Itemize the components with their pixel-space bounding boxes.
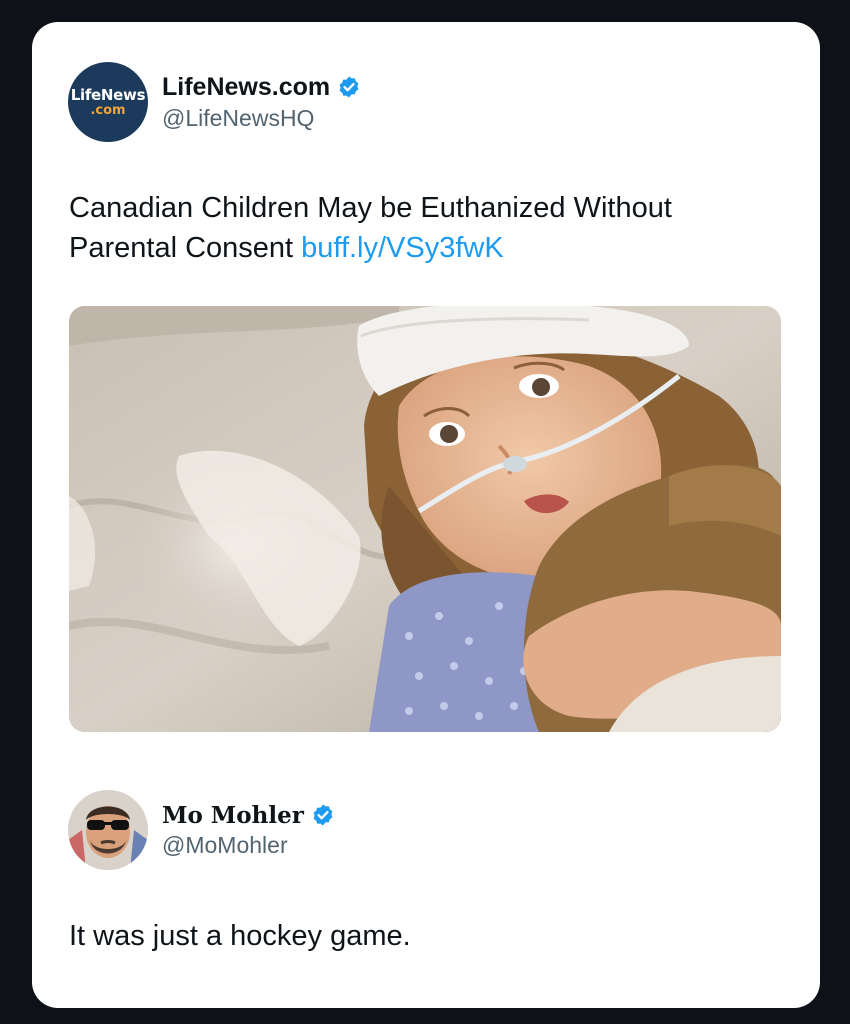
verified-badge-icon <box>339 76 359 98</box>
screenshot-card: LifeNews .com LifeNews.com @LifeNewsHQ C… <box>32 22 820 1008</box>
tweet2-display-name[interactable]: Mo Mohler <box>162 802 304 829</box>
tweet1-media-image[interactable] <box>69 306 781 732</box>
verified-badge-icon <box>313 804 333 826</box>
mo-mohler-avatar[interactable] <box>68 790 148 870</box>
tweet1-name-row: LifeNews.com <box>162 73 361 102</box>
lifenews-avatar[interactable]: LifeNews .com <box>68 62 148 142</box>
photo-child-hospital-bed-icon <box>69 306 781 732</box>
avatar-brand-bottom: .com <box>90 102 126 118</box>
tweet2-handle[interactable]: @MoMohler <box>162 832 335 859</box>
tweet1-header: LifeNews .com LifeNews.com @LifeNewsHQ <box>68 60 361 144</box>
tweet2-text: It was just a hockey game. <box>69 920 411 952</box>
tweet1-link[interactable]: buff.ly/VSy3fwK <box>301 232 504 264</box>
tweet1-display-name[interactable]: LifeNews.com <box>162 73 330 102</box>
tweet1-text: Canadian Children May be Euthanized With… <box>69 188 769 268</box>
avatar-brand-top: LifeNews <box>70 85 146 104</box>
tweet2-name-row: Mo Mohler <box>162 802 335 829</box>
tweet2-header: Mo Mohler @MoMohler <box>68 788 335 872</box>
tweet2-name-block: Mo Mohler @MoMohler <box>162 802 335 859</box>
tweet1-name-block: LifeNews.com @LifeNewsHQ <box>162 73 361 132</box>
tweet1-handle[interactable]: @LifeNewsHQ <box>162 105 361 132</box>
man-sunglasses-icon <box>68 790 148 870</box>
